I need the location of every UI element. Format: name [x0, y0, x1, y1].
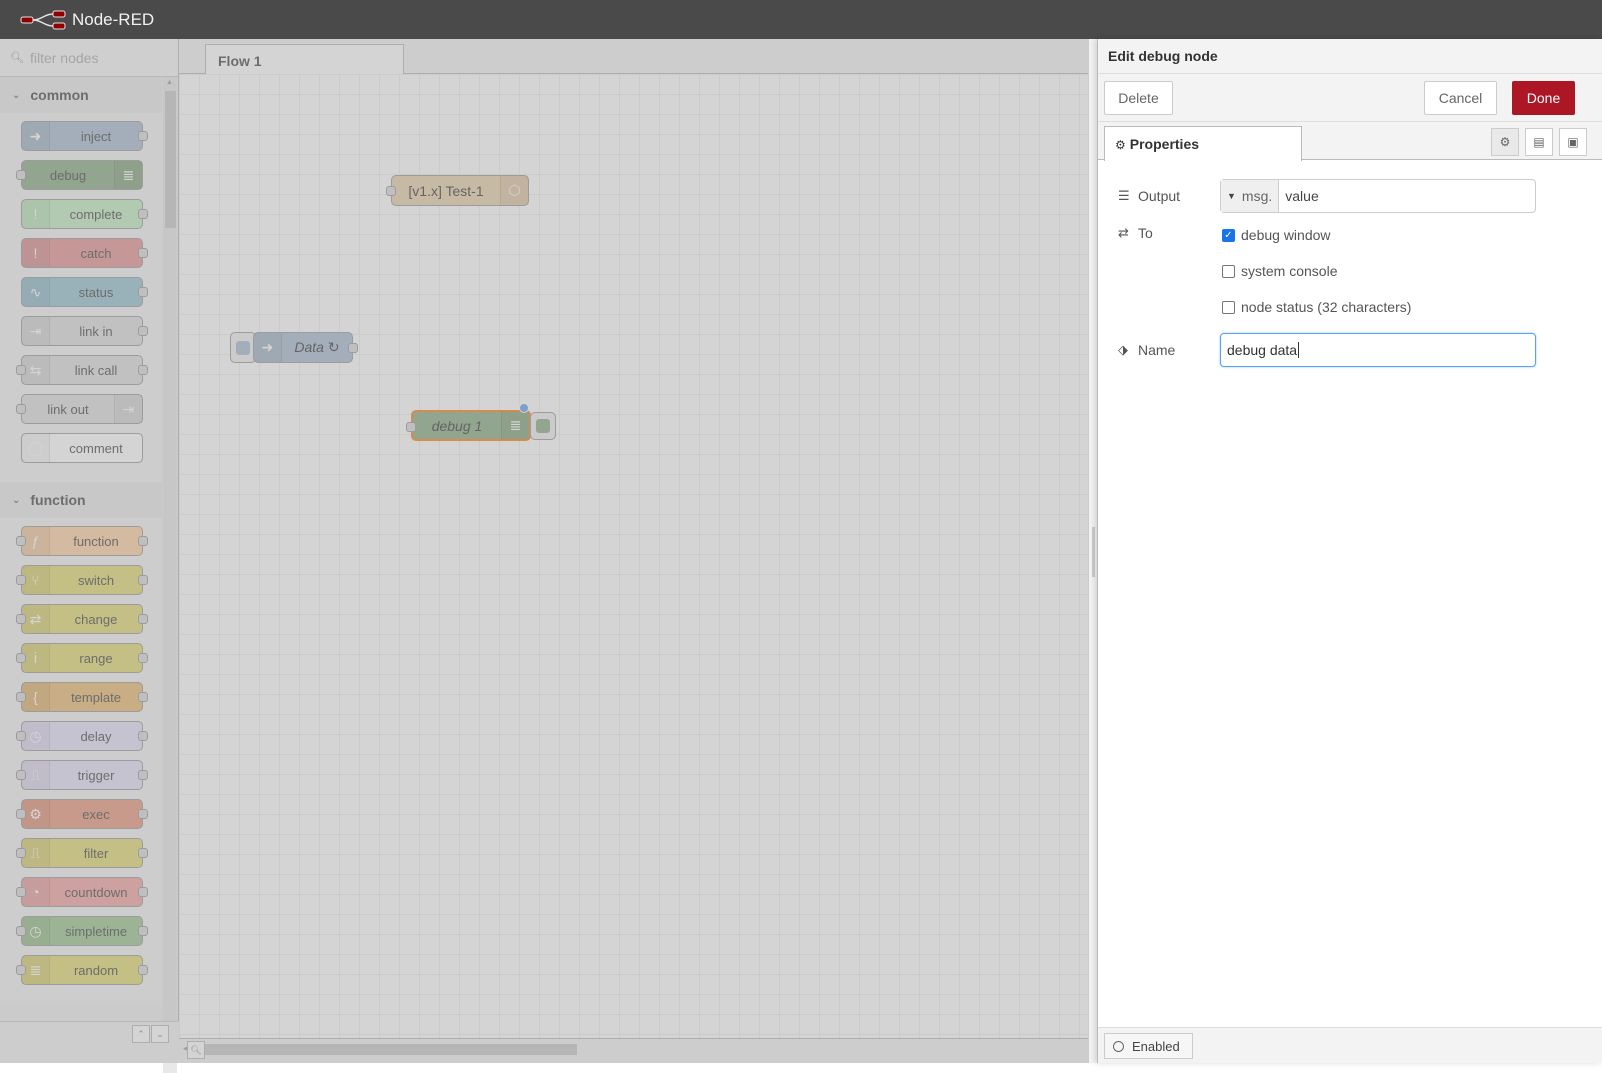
name-input-value: debug data: [1227, 342, 1298, 358]
output-type-select[interactable]: ▼ msg.: [1221, 180, 1280, 212]
tab-properties-label: Properties: [1129, 136, 1200, 152]
modal-overlay: [0, 39, 1097, 1063]
tray-tabs: ⚙ Properties ⚙ ▤ ▣: [1098, 122, 1602, 161]
text-cursor: [1298, 342, 1300, 358]
output-label-text: Output: [1138, 188, 1181, 204]
system-console-checkbox[interactable]: [1222, 264, 1235, 278]
system-console-option[interactable]: system console: [1222, 263, 1337, 279]
tray-footer: Enabled: [1098, 1027, 1602, 1063]
delete-button[interactable]: Delete: [1104, 81, 1173, 115]
name-row: ⬗ Name debug data: [1118, 333, 1536, 367]
debug-window-label: debug window: [1241, 227, 1331, 243]
output-row: ☰ Output ▼ msg. value: [1118, 179, 1536, 213]
name-label-text: Name: [1138, 342, 1176, 358]
tray-toolbar: Delete Cancel Done: [1098, 74, 1602, 122]
edit-tray: Edit debug node Delete Cancel Done ⚙ Prop…: [1097, 39, 1602, 1063]
debug-window-checkbox[interactable]: ✓: [1222, 228, 1235, 242]
output-typed-input[interactable]: ▼ msg. value: [1220, 179, 1536, 213]
appearance-tab-icon[interactable]: ▣: [1559, 128, 1587, 156]
node-status-option[interactable]: node status (32 characters): [1222, 299, 1411, 315]
to-row: ⇄ To: [1118, 225, 1220, 241]
settings-tab-icon[interactable]: ⚙: [1491, 128, 1519, 156]
name-input[interactable]: debug data: [1220, 333, 1536, 367]
tray-resize-handle[interactable]: [1088, 39, 1097, 1063]
caret-down-icon: ▼: [1227, 191, 1236, 201]
name-label: ⬗ Name: [1118, 342, 1220, 358]
to-label-text: To: [1138, 225, 1153, 241]
tray-title: Edit debug node: [1098, 39, 1602, 74]
tag-icon: ⬗: [1118, 342, 1128, 357]
node-red-logo-icon: [20, 10, 66, 29]
output-value[interactable]: value: [1279, 188, 1318, 204]
to-label: ⇄ To: [1118, 225, 1220, 241]
description-tab-icon[interactable]: ▤: [1525, 128, 1553, 156]
shuffle-icon: ⇄: [1118, 225, 1129, 240]
node-status-label: node status (32 characters): [1241, 299, 1412, 315]
app-title: Node-RED: [72, 9, 155, 29]
enabled-label: Enabled: [1132, 1038, 1180, 1054]
list-icon: ☰: [1118, 188, 1130, 203]
node-status-checkbox[interactable]: [1222, 300, 1235, 314]
enabled-toggle[interactable]: Enabled: [1104, 1033, 1193, 1059]
done-button[interactable]: Done: [1512, 81, 1575, 115]
gear-icon: ⚙: [1115, 138, 1126, 152]
cancel-button[interactable]: Cancel: [1424, 81, 1497, 115]
debug-window-option[interactable]: ✓ debug window: [1222, 227, 1331, 243]
system-console-label: system console: [1241, 263, 1338, 279]
output-type-label: msg.: [1241, 188, 1273, 204]
app-header: Node-RED: [0, 0, 1602, 39]
output-label: ☰ Output: [1118, 188, 1220, 204]
tab-properties[interactable]: ⚙ Properties: [1104, 126, 1302, 161]
circle-icon: [1113, 1040, 1124, 1052]
